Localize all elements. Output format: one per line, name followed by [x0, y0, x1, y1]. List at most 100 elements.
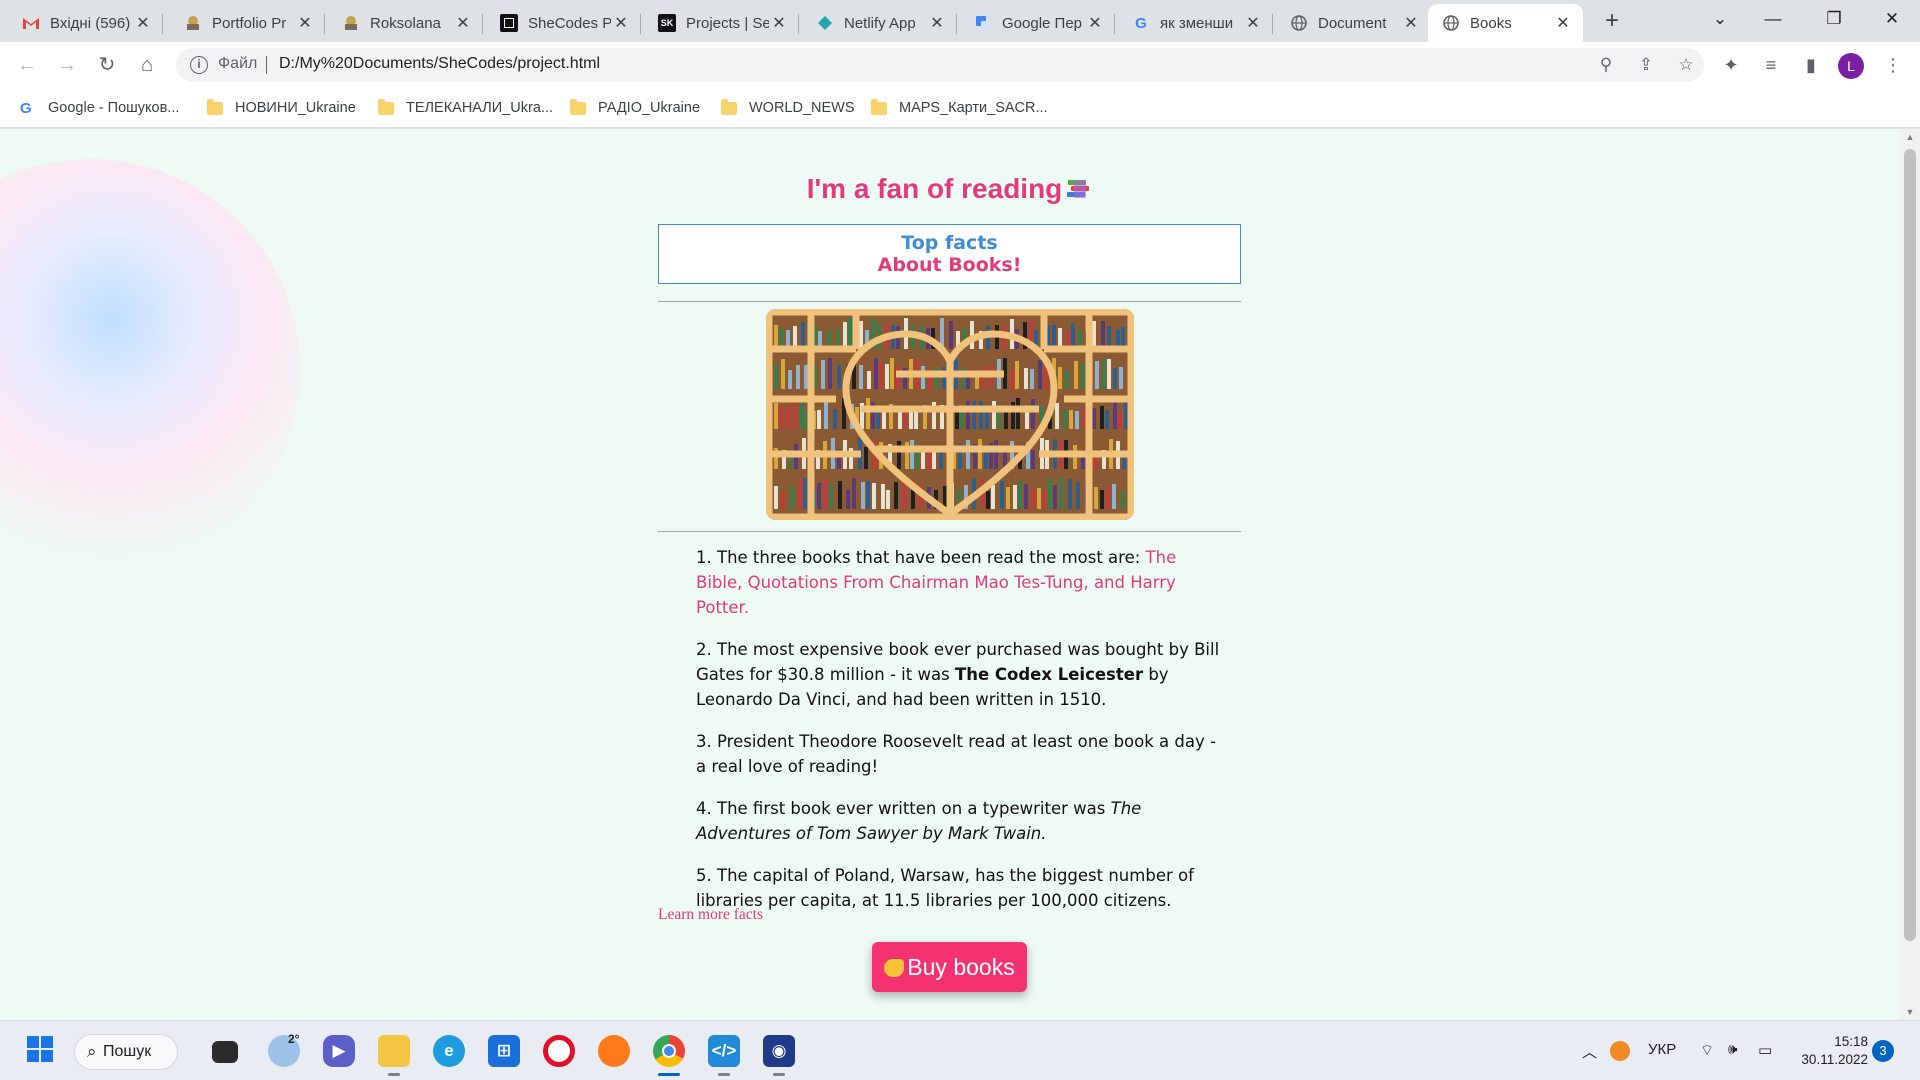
close-icon[interactable]: ✕ — [927, 13, 947, 33]
media-control-icon[interactable]: ≡ — [1756, 50, 1786, 80]
chrome-browser-icon[interactable] — [653, 1035, 685, 1067]
forward-button[interactable]: → — [52, 50, 82, 80]
close-window-button[interactable]: ✕ — [1864, 0, 1920, 40]
tab-title: Portfolio Pr — [212, 14, 287, 32]
bookmark-folder-radio[interactable]: РАДІО_Ukraine — [570, 97, 700, 119]
edge-browser-icon[interactable]: e — [433, 1035, 465, 1067]
close-icon[interactable]: ✕ — [1243, 13, 1263, 33]
volume-icon[interactable]: 🕪 — [1728, 1041, 1737, 1058]
bookmark-star-icon[interactable]: ☆ — [1674, 53, 1698, 77]
close-icon[interactable]: ✕ — [453, 13, 473, 33]
menu-kebab-icon[interactable]: ⋮ — [1878, 50, 1908, 80]
bookmark-folder-tv[interactable]: ТЕЛЕКАНАЛИ_Ukra... — [378, 97, 553, 119]
restore-button[interactable]: ❐ — [1806, 0, 1862, 40]
back-button[interactable]: ← — [12, 50, 42, 80]
close-icon[interactable]: ✕ — [769, 13, 789, 33]
tray-overflow-chevron-icon[interactable]: ︿ — [1582, 1041, 1597, 1062]
close-icon[interactable]: ✕ — [295, 13, 315, 33]
folder-icon — [207, 98, 223, 115]
close-icon[interactable]: ✕ — [1553, 13, 1573, 33]
fact-item: 2. The most expensive book ever purchase… — [696, 640, 1220, 709]
extensions-icon[interactable]: ✦ — [1716, 50, 1746, 80]
tab-title: SheCodes P — [528, 14, 611, 32]
close-icon[interactable]: ✕ — [1401, 13, 1421, 33]
tab-roksolana[interactable]: Roksolana ✕ — [328, 4, 483, 42]
buy-books-label: Buy books — [907, 954, 1015, 980]
bookmark-google[interactable]: G Google - Пошуков... — [20, 97, 179, 119]
facts-heading-box: Top facts About Books! — [658, 224, 1241, 284]
address-bar[interactable]: i Файл D:/My%20Documents/SheCodes/projec… — [176, 48, 1704, 82]
tab-title: Вхідні (596) — [50, 14, 131, 32]
shecodes-icon — [500, 14, 518, 32]
netlify-icon — [816, 14, 834, 32]
microsoft-store-icon[interactable]: ⊞ — [488, 1035, 520, 1067]
tab-google-search[interactable]: G як зменши ✕ — [1118, 4, 1273, 42]
google-icon: G — [20, 99, 32, 117]
reload-button[interactable]: ↻ — [92, 50, 122, 80]
decorative-gradient — [0, 159, 300, 579]
bookmark-label: НОВИНИ_Ukraine — [235, 100, 356, 116]
taskbar-clock[interactable]: 15:18 30.11.2022 — [1796, 1033, 1868, 1069]
home-button[interactable]: ⌂ — [132, 50, 162, 80]
tab-projects[interactable]: SK Projects | Se ✕ — [644, 4, 799, 42]
bookmark-folder-news[interactable]: НОВИНИ_Ukraine — [207, 97, 356, 119]
side-panel-icon[interactable]: ▮ — [1796, 50, 1826, 80]
profile-avatar[interactable]: L — [1838, 53, 1864, 79]
address-url[interactable]: D:/My%20Documents/SheCodes/project.html — [279, 55, 600, 73]
windows-start-icon[interactable] — [24, 1035, 56, 1067]
minimize-button[interactable]: — — [1745, 0, 1801, 40]
fact-item: 3. President Theodore Roosevelt read at … — [696, 732, 1216, 776]
close-icon[interactable]: ✕ — [1085, 13, 1105, 33]
tab-books[interactable]: Books ✕ — [1428, 4, 1583, 42]
file-explorer-icon[interactable] — [378, 1035, 410, 1067]
firefox-browser-icon[interactable] — [598, 1035, 630, 1067]
scroll-down-icon[interactable]: ▼ — [1900, 1004, 1920, 1020]
share-icon[interactable]: ⇪ — [1634, 53, 1658, 77]
learn-more-link[interactable]: Learn more facts — [658, 906, 763, 924]
teams-chat-icon[interactable]: ▶ — [323, 1035, 355, 1067]
page-scrollbar[interactable]: ▲ ▼ — [1900, 129, 1920, 1020]
battery-icon[interactable]: ▭ — [1758, 1041, 1772, 1059]
zoom-icon[interactable]: ⚲ — [1594, 53, 1618, 77]
tab-favicon-icon — [184, 14, 202, 32]
tab-document[interactable]: Document ✕ — [1276, 4, 1431, 42]
new-tab-button[interactable]: + — [1598, 8, 1626, 36]
wifi-icon[interactable]: ⌔ — [1700, 1041, 1714, 1060]
snipping-tool-icon[interactable]: ◉ — [763, 1035, 795, 1067]
scroll-up-icon[interactable]: ▲ — [1900, 129, 1920, 145]
folder-icon — [378, 98, 394, 115]
opera-browser-icon[interactable] — [543, 1035, 575, 1067]
browser-toolbar: ← → ↻ ⌂ i Файл D:/My%20Documents/SheCode… — [0, 42, 1920, 88]
close-icon[interactable]: ✕ — [133, 13, 153, 33]
tray-app-icon[interactable] — [1610, 1041, 1630, 1061]
weather-widget-icon[interactable]: 2° — [268, 1032, 300, 1067]
tab-gmail[interactable]: Вхідні (596) ✕ — [8, 4, 163, 42]
vscode-icon[interactable]: </> — [708, 1035, 740, 1067]
google-translate-icon — [974, 14, 992, 32]
books-icon — [1066, 178, 1092, 200]
bookmark-folder-world-news[interactable]: WORLD_NEWS — [721, 97, 855, 119]
tab-netlify[interactable]: Netlify App ✕ — [802, 4, 957, 42]
bookmark-folder-maps[interactable]: MAPS_Карти_SACR... — [871, 97, 1048, 119]
bookmark-label: РАДІО_Ukraine — [598, 100, 701, 116]
tab-title: як зменши — [1160, 14, 1234, 32]
taskbar-search[interactable]: ⌕ Пошук — [74, 1034, 178, 1070]
tab-portfolio[interactable]: Portfolio Pr ✕ — [170, 4, 325, 42]
fact-item: 1. The three books that have been read t… — [696, 548, 1177, 617]
tab-google-translate[interactable]: Google Пер ✕ — [960, 4, 1115, 42]
tab-shecodes[interactable]: SheCodes P ✕ — [486, 4, 641, 42]
fact-item: 4. The first book ever written on a type… — [696, 799, 1142, 843]
tab-search-chevron-icon[interactable]: ⌄ — [1692, 0, 1748, 40]
scroll-thumb[interactable] — [1904, 149, 1916, 941]
buy-books-button[interactable]: Buy books — [872, 942, 1027, 992]
language-indicator[interactable]: УКР — [1648, 1041, 1676, 1058]
site-info-icon[interactable]: i — [190, 56, 208, 74]
tab-title: Document — [1318, 14, 1387, 32]
close-icon[interactable]: ✕ — [611, 13, 631, 33]
notification-badge[interactable]: 3 — [1872, 1040, 1894, 1062]
bookmark-label: Google - Пошуков... — [48, 100, 180, 116]
task-view-icon[interactable] — [212, 1041, 238, 1063]
pointing-hand-icon — [884, 959, 905, 977]
fact-bold: The Codex Leicester — [954, 665, 1144, 684]
search-icon: ⌕ — [87, 1042, 97, 1061]
